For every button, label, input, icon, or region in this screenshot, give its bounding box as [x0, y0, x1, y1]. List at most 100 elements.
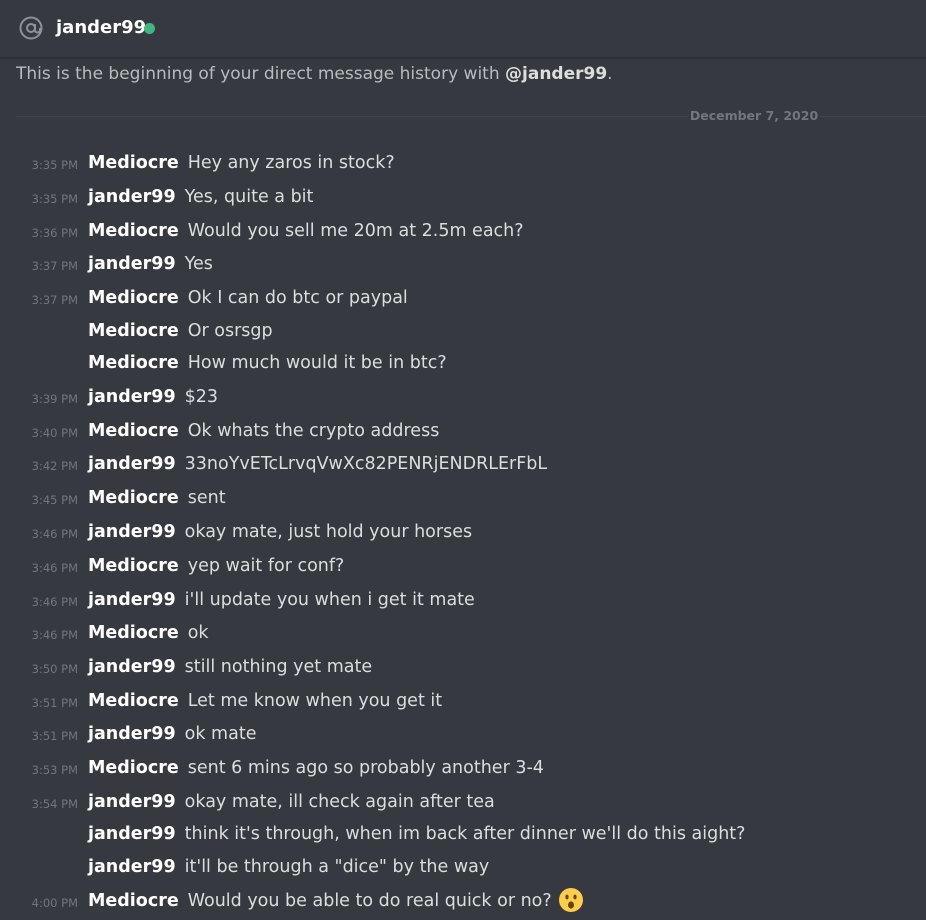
message-timestamp: 3:46 PM — [31, 595, 78, 609]
date-divider-line-right — [820, 116, 926, 117]
online-status-indicator — [144, 23, 155, 34]
message-text: still nothing yet mate — [184, 657, 373, 677]
message-line: jander99 okay mate, ill check again after… — [88, 789, 495, 815]
message-row[interactable]: 3:45 PM Mediocre sent — [0, 485, 926, 513]
message-row[interactable]: Mediocre How much would it be in btc? — [0, 350, 926, 378]
message-line: jander99 ok mate — [88, 721, 256, 747]
message-timestamp: 3:35 PM — [31, 192, 78, 206]
message-row[interactable]: 3:51 PM Mediocre Let me know when you get … — [0, 688, 926, 716]
message-row[interactable]: 3:35 PM jander99 Yes, quite a bit — [0, 184, 926, 212]
message-text: think it's through, when im back after d… — [184, 824, 746, 844]
message-timestamp: 3:46 PM — [31, 561, 78, 575]
message-text: Ok I can do btc or paypal — [187, 288, 408, 308]
message-timestamp: 3:54 PM — [31, 797, 78, 811]
message-text: sent 6 mins ago so probably another 3-4 — [187, 758, 544, 778]
message-row[interactable]: 3:54 PM jander99 okay mate, ill check agai… — [0, 789, 926, 817]
message-author[interactable]: jander99 — [88, 824, 176, 844]
message-row[interactable]: 4:00 PM Mediocre Would you be able to do r… — [0, 887, 926, 916]
message-text: okay mate, ill check again after tea — [184, 792, 495, 812]
message-author[interactable]: Mediocre — [88, 353, 179, 373]
message-text: Let me know when you get it — [187, 691, 443, 711]
message-text: ok mate — [184, 724, 257, 744]
message-author[interactable]: Mediocre — [88, 153, 179, 173]
message-text: Yes, quite a bit — [184, 187, 314, 207]
message-text: Yes — [184, 254, 213, 274]
message-author[interactable]: jander99 — [88, 590, 176, 610]
message-line: Mediocre ok — [88, 620, 209, 646]
message-author[interactable]: jander99 — [88, 454, 176, 474]
message-row[interactable]: 3:46 PM Mediocre yep wait for conf? — [0, 553, 926, 581]
message-author[interactable]: Mediocre — [88, 488, 179, 508]
message-timestamp: 3:46 PM — [31, 628, 78, 642]
intro-suffix: . — [607, 64, 613, 84]
message-row[interactable]: 3:40 PM Mediocre Ok whats the crypto addre… — [0, 418, 926, 446]
message-timestamp: 3:40 PM — [31, 426, 78, 440]
message-timestamp: 3:46 PM — [31, 527, 78, 541]
date-divider-line-left — [16, 116, 688, 117]
message-line: Mediocre Ok I can do btc or paypal — [88, 285, 408, 311]
channel-username[interactable]: jander99 — [56, 15, 146, 41]
message-row[interactable]: 3:46 PM jander99 i'll update you when i ge… — [0, 587, 926, 615]
message-author[interactable]: Mediocre — [88, 758, 179, 778]
message-author[interactable]: jander99 — [88, 187, 176, 207]
message-line: Mediocre sent 6 mins ago so probably anot… — [88, 755, 544, 781]
message-author[interactable]: jander99 — [88, 792, 176, 812]
message-author[interactable]: Mediocre — [88, 421, 179, 441]
message-text: it'll be through a "dice" by the way — [184, 857, 490, 877]
message-row[interactable]: 3:39 PM jander99 $23 — [0, 384, 926, 412]
message-line: jander99 Yes, quite a bit — [88, 184, 313, 210]
message-timestamp: 3:53 PM — [31, 763, 78, 777]
message-line: Mediocre Would you sell me 20m at 2.5m ea… — [88, 218, 524, 244]
message-row[interactable]: 3:37 PM Mediocre Ok I can do btc or paypal — [0, 285, 926, 313]
message-text: Hey any zaros in stock? — [187, 153, 395, 173]
message-row[interactable]: 3:36 PM Mediocre Would you sell me 20m at … — [0, 218, 926, 246]
message-timestamp: 3:42 PM — [31, 459, 78, 473]
message-timestamp: 3:50 PM — [31, 662, 78, 676]
message-line: Mediocre Hey any zaros in stock? — [88, 150, 395, 176]
message-line: Mediocre How much would it be in btc? — [88, 350, 447, 376]
message-author[interactable]: Mediocre — [88, 288, 179, 308]
message-text: Would you be able to do real quick or no… — [187, 891, 552, 911]
message-author[interactable]: Mediocre — [88, 221, 179, 241]
message-line: jander99 Yes — [88, 251, 213, 277]
message-line: jander99 think it's through, when im back… — [88, 821, 745, 847]
message-author[interactable]: jander99 — [88, 387, 176, 407]
message-row[interactable]: 3:51 PM jander99 ok mate — [0, 721, 926, 749]
message-author[interactable]: jander99 — [88, 724, 176, 744]
message-author[interactable]: jander99 — [88, 254, 176, 274]
message-text: ok — [187, 623, 209, 643]
message-line: jander99 still nothing yet mate — [88, 654, 372, 680]
message-timestamp: 3:37 PM — [31, 293, 78, 307]
message-row[interactable]: jander99 it'll be through a "dice" by the… — [0, 854, 926, 882]
message-author[interactable]: jander99 — [88, 522, 176, 542]
dm-intro-text: This is the beginning of your direct mes… — [16, 61, 613, 87]
channel-header: jander99 — [0, 0, 926, 58]
intro-mention[interactable]: @jander99 — [505, 64, 607, 84]
message-row[interactable]: jander99 think it's through, when im back… — [0, 821, 926, 849]
message-author[interactable]: Mediocre — [88, 691, 179, 711]
message-timestamp: 3:45 PM — [31, 493, 78, 507]
message-timestamp: 3:39 PM — [31, 392, 78, 406]
message-author[interactable]: Mediocre — [88, 321, 179, 341]
message-row[interactable]: 3:50 PM jander99 still nothing yet mate — [0, 654, 926, 682]
message-author[interactable]: Mediocre — [88, 891, 179, 911]
message-text: Ok whats the crypto address — [187, 421, 440, 441]
message-timestamp: 3:35 PM — [31, 158, 78, 172]
message-author[interactable]: Mediocre — [88, 556, 179, 576]
message-line: jander99 $23 — [88, 384, 218, 410]
message-row[interactable]: 3:46 PM Mediocre ok — [0, 620, 926, 648]
message-line: jander99 okay mate, just hold your horses — [88, 519, 472, 545]
message-row[interactable]: 3:46 PM jander99 okay mate, just hold your… — [0, 519, 926, 547]
message-text: Or osrsgp — [187, 321, 273, 341]
message-row[interactable]: Mediocre Or osrsgp — [0, 318, 926, 346]
message-row[interactable]: 3:53 PM Mediocre sent 6 mins ago so probab… — [0, 755, 926, 783]
message-row[interactable]: 3:42 PM jander99 33noYvETcLrvqVwXc82PENRjE… — [0, 451, 926, 479]
message-text: i'll update you when i get it mate — [184, 590, 475, 610]
message-line: jander99 it'll be through a "dice" by the… — [88, 854, 489, 880]
message-author[interactable]: jander99 — [88, 857, 176, 877]
message-author[interactable]: Mediocre — [88, 623, 179, 643]
message-author[interactable]: jander99 — [88, 657, 176, 677]
hushed-face-emoji[interactable] — [558, 887, 584, 913]
message-row[interactable]: 3:37 PM jander99 Yes — [0, 251, 926, 279]
message-row[interactable]: 3:35 PM Mediocre Hey any zaros in stock? — [0, 150, 926, 178]
